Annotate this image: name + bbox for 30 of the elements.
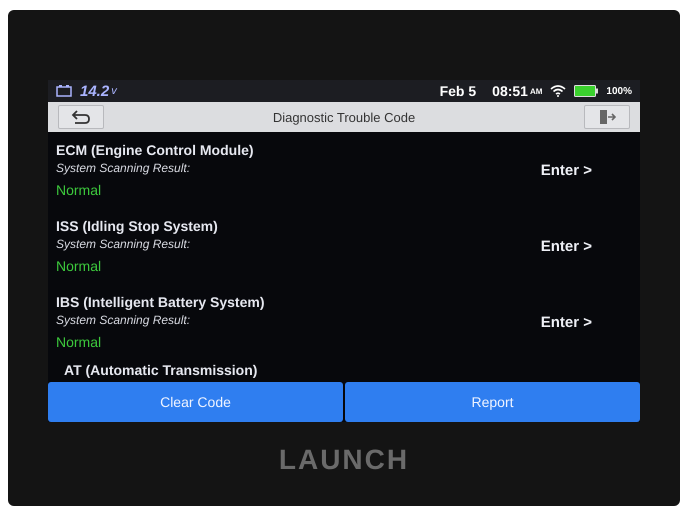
clear-code-button[interactable]: Clear Code: [48, 382, 343, 422]
voltage-reading: 14.2: [80, 82, 110, 100]
system-name: IBS (Intelligent Battery System): [56, 294, 266, 310]
wifi-icon: [550, 85, 566, 97]
exit-button[interactable]: [584, 105, 630, 129]
scan-result-status: Normal: [56, 258, 102, 274]
scan-result-label: System Scanning Result:: [56, 161, 192, 175]
screen-title: Diagnostic Trouble Code: [272, 110, 416, 124]
device-brand-logo: LAUNCH: [278, 444, 410, 476]
back-arrow-icon: [71, 110, 91, 124]
enter-link[interactable]: Enter >: [540, 162, 592, 178]
scan-result-label: System Scanning Result:: [56, 313, 192, 327]
battery-percentage: 100%: [606, 86, 632, 96]
back-button[interactable]: [58, 105, 104, 129]
system-name: ISS (Idling Stop System): [56, 218, 219, 234]
status-meridiem: AM: [530, 86, 542, 96]
voltage-unit: v: [111, 85, 117, 97]
status-time: 08:51: [492, 83, 528, 99]
scan-result-label: System Scanning Result:: [56, 237, 192, 251]
system-name: AT (Automatic Transmission): [63, 361, 258, 380]
status-date: Feb 5: [440, 83, 476, 99]
scan-result-status: Normal: [56, 182, 102, 198]
scan-result-status: Normal: [56, 334, 102, 350]
battery-voltage-icon: [56, 85, 72, 97]
report-button[interactable]: Report: [345, 382, 640, 422]
system-name: ECM (Engine Control Module): [56, 142, 255, 158]
exit-door-icon: [598, 109, 616, 125]
enter-link[interactable]: Enter >: [540, 314, 592, 330]
enter-link[interactable]: Enter >: [540, 238, 592, 254]
battery-icon: [574, 85, 598, 97]
